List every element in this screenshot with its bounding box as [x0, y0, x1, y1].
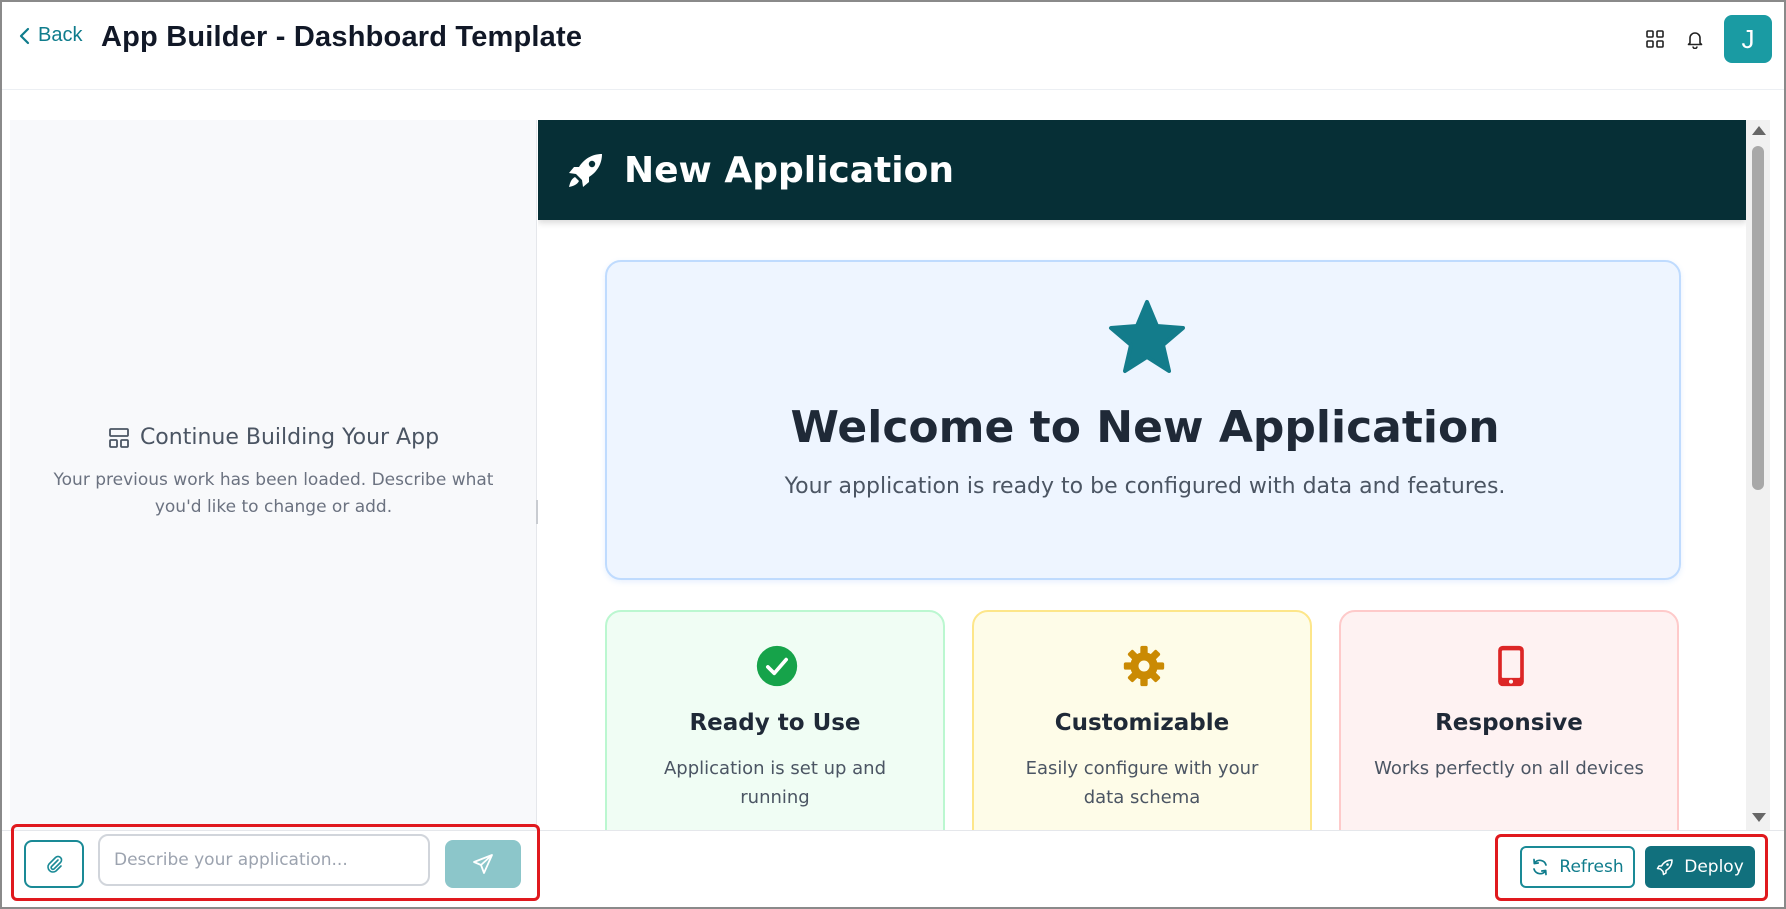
user-avatar[interactable]: J	[1724, 15, 1772, 63]
feature-title: Customizable	[1054, 710, 1230, 736]
bell-icon[interactable]	[1683, 27, 1707, 51]
page-title: App Builder - Dashboard Template	[101, 21, 583, 53]
feature-title: Ready to Use	[689, 710, 861, 736]
chevron-left-icon	[19, 27, 30, 44]
feature-card-responsive: Responsive Works perfectly on all device…	[1339, 610, 1679, 830]
feature-description: Application is set up and running	[663, 758, 887, 808]
welcome-subtitle: Your application is ready to be configur…	[784, 474, 1506, 499]
layout-icon	[109, 427, 129, 448]
welcome-title: Welcome to New Application	[790, 402, 1500, 453]
star-icon	[1109, 300, 1185, 373]
chat-panel: Continue Building Your App Your previous…	[10, 120, 537, 830]
feature-description: Works perfectly on all devices	[1374, 758, 1644, 779]
back-label: Back	[38, 24, 83, 46]
preview-app-bar: New Application	[538, 120, 1746, 220]
preview-scrollbar[interactable]	[1746, 120, 1770, 830]
grid-icon[interactable]	[1643, 27, 1667, 51]
feature-card-ready: Ready to Use Application is set up and r…	[605, 610, 945, 830]
continue-heading-text: Continue Building Your App	[139, 425, 440, 450]
highlight-box-actions	[1495, 834, 1768, 901]
gear-icon	[1120, 642, 1168, 690]
scroll-up-arrow[interactable]	[1752, 126, 1766, 135]
mobile-icon	[1487, 642, 1535, 690]
highlight-box-composer	[11, 824, 540, 901]
scroll-down-arrow[interactable]	[1752, 813, 1766, 822]
continue-heading: Continue Building Your App	[10, 425, 537, 450]
continue-description: Your previous work has been loaded. Desc…	[53, 470, 494, 517]
top-header: Back App Builder - Dashboard Template J	[2, 2, 1784, 90]
back-button[interactable]: Back	[18, 24, 82, 47]
feature-card-customizable: Customizable Easily configure with your …	[972, 610, 1312, 830]
welcome-card: Welcome to New Application Your applicat…	[605, 260, 1681, 580]
rocket-icon	[569, 154, 602, 187]
feature-title: Responsive	[1435, 710, 1583, 736]
check-circle-icon	[753, 642, 801, 690]
app-bar-title: New Application	[624, 149, 954, 191]
scroll-thumb[interactable]	[1752, 146, 1764, 490]
feature-description: Easily configure with your data schema	[1025, 758, 1259, 808]
app-preview: New Application Welcome to New Applicati…	[538, 120, 1746, 830]
